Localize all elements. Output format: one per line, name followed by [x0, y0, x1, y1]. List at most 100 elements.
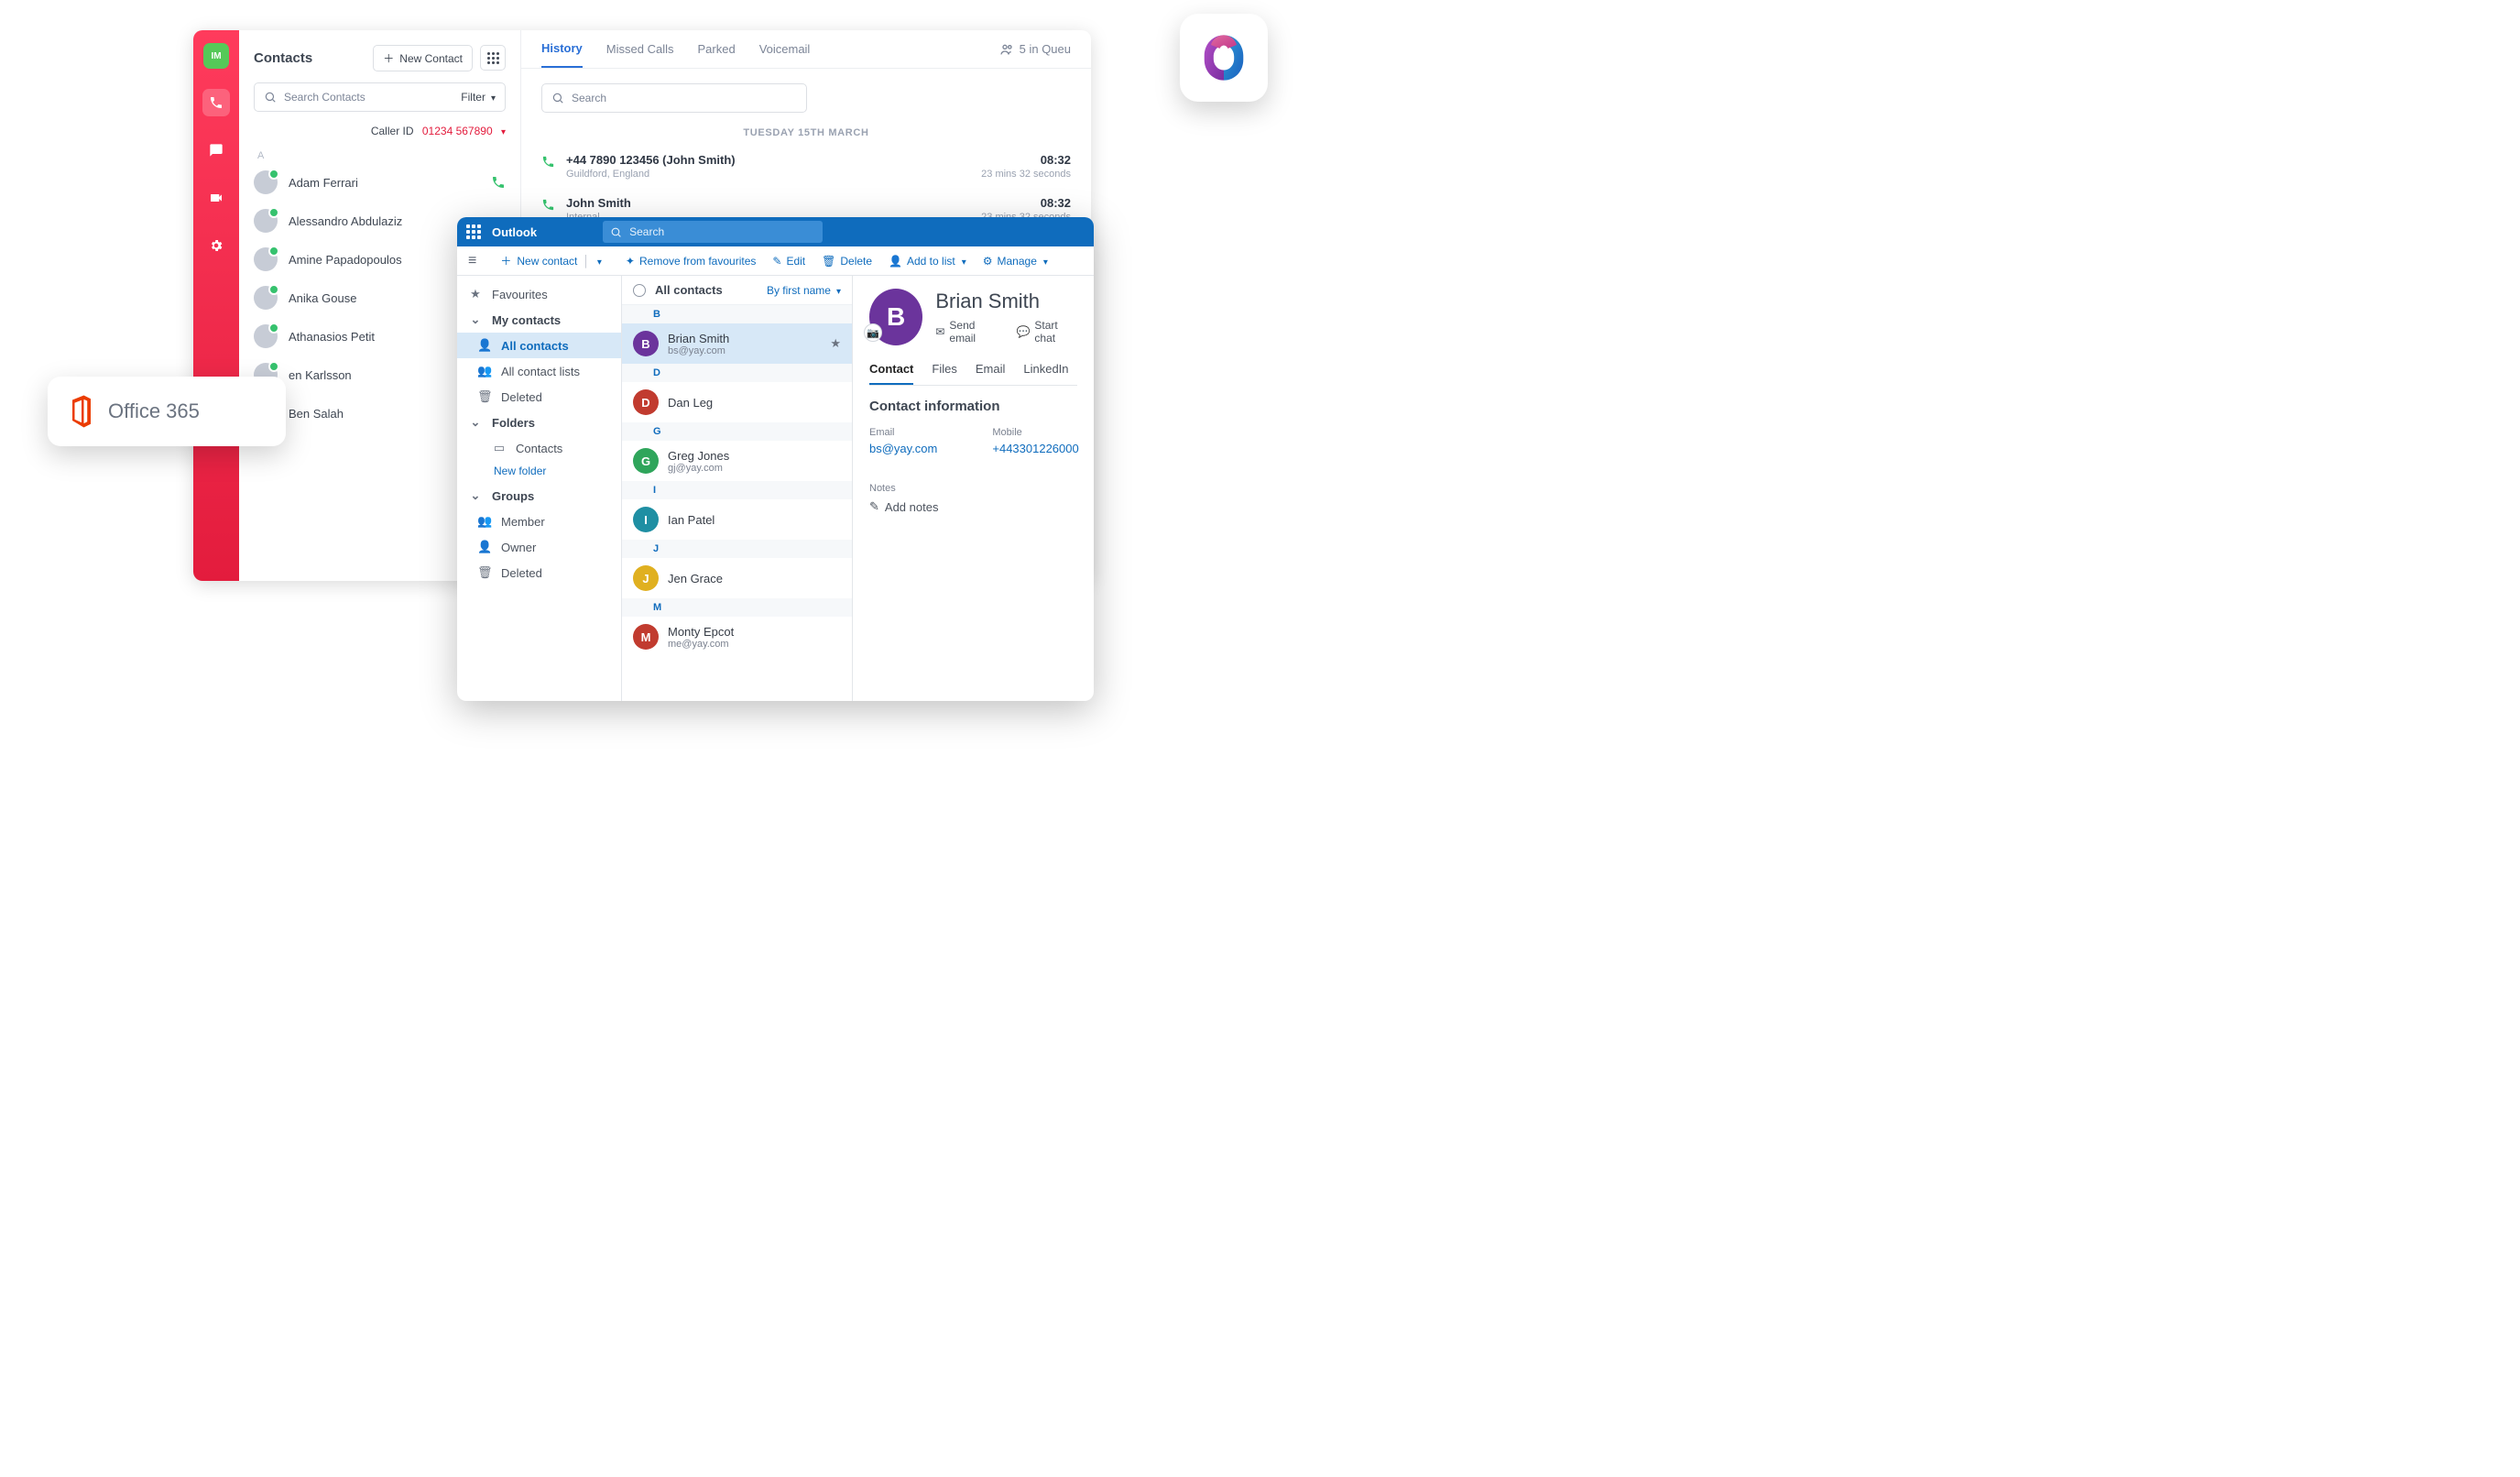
detail-tabs: Contact Files Email LinkedIn — [869, 362, 1077, 386]
chevron-down-icon — [595, 255, 602, 268]
star-icon: ★ — [468, 287, 483, 301]
camera-icon[interactable]: 📷 — [864, 323, 882, 342]
video-icon — [209, 191, 224, 205]
tab-voicemail[interactable]: Voicemail — [759, 42, 811, 67]
person-icon: 👤 — [477, 540, 492, 554]
contacts-header: Contacts ＋ New Contact — [239, 30, 520, 82]
history-location: Guildford, England — [566, 169, 736, 180]
chevron-down-icon — [1042, 255, 1048, 268]
send-email-action[interactable]: ✉Send email — [935, 319, 999, 345]
tree-folder-contacts[interactable]: ▭Contacts — [457, 435, 621, 461]
call-button[interactable] — [491, 175, 506, 190]
trash-icon: 🗑 — [477, 565, 492, 580]
outlook-brand: Outlook — [492, 225, 537, 239]
list-header: All contacts By first name — [622, 276, 852, 305]
person-row[interactable]: M Monty Epcotme@yay.com — [622, 617, 852, 657]
tree-groups-deleted[interactable]: 🗑Deleted — [457, 560, 621, 585]
tree-all-lists[interactable]: 👥All contact lists — [457, 358, 621, 384]
history-tabs: History Missed Calls Parked Voicemail 5 … — [521, 30, 1091, 69]
history-duration: 23 mins 32 seconds — [981, 169, 1071, 180]
tab-parked[interactable]: Parked — [697, 42, 735, 67]
add-notes-button[interactable]: ✎Add notes — [869, 499, 1077, 514]
plus-icon: ＋ — [500, 253, 511, 268]
tab-email[interactable]: Email — [976, 362, 1006, 385]
office-365-label: Office 365 — [108, 399, 200, 423]
select-all-checkbox[interactable] — [633, 284, 646, 297]
new-contact-button[interactable]: ＋New contact│ — [493, 250, 609, 271]
tab-history[interactable]: History — [541, 41, 583, 68]
contact-name: Ben Salah — [289, 407, 344, 421]
add-to-list-button[interactable]: 👤Add to list — [889, 255, 966, 268]
contact-name: Alessandro Abdulaziz — [289, 214, 402, 228]
outlook-contact-detail: B 📷 Brian Smith ✉Send email 💬Start chat … — [853, 276, 1094, 701]
person-row[interactable]: I Ian Patel — [622, 499, 852, 540]
waffle-icon[interactable] — [466, 224, 481, 239]
nav-video[interactable] — [202, 184, 230, 212]
section-letter: A — [239, 143, 520, 163]
chevron-down-icon — [499, 125, 506, 137]
nav-settings[interactable] — [202, 232, 230, 259]
filter-dropdown[interactable]: Filter — [461, 91, 496, 104]
person-row[interactable]: B Brian Smithbs@yay.com ★ — [622, 323, 852, 364]
person-avatar: J — [633, 565, 659, 591]
list-letter-group: J — [622, 540, 852, 558]
remove-favourites-button[interactable]: ✦Remove from favourites — [626, 255, 756, 268]
edit-button[interactable]: ✎Edit — [772, 255, 805, 268]
person-row[interactable]: G Greg Jonesgj@yay.com — [622, 441, 852, 481]
tree-deleted[interactable]: 🗑Deleted — [457, 384, 621, 410]
contact-row[interactable]: Adam Ferrari — [239, 163, 520, 202]
list-letter-group: I — [622, 481, 852, 499]
person-name: Dan Leg — [668, 396, 713, 410]
list-letter-group: D — [622, 364, 852, 382]
user-avatar-square[interactable]: IM — [203, 43, 229, 69]
tab-files[interactable]: Files — [932, 362, 956, 385]
apps-grid-button[interactable] — [480, 45, 506, 71]
tab-contact[interactable]: Contact — [869, 362, 913, 385]
microsoft-365-tile — [1180, 14, 1268, 102]
list-letter-group: B — [622, 305, 852, 323]
history-row[interactable]: +44 7890 123456 (John Smith)Guildford, E… — [521, 148, 1091, 191]
history-time: 08:32 — [981, 153, 1071, 167]
caller-id-row[interactable]: Caller ID 01234 567890 — [239, 112, 520, 143]
manage-button[interactable]: ⚙Manage — [983, 255, 1048, 268]
hamburger-icon[interactable]: ≡ — [468, 253, 476, 269]
mobile-value[interactable]: +443301226000 — [992, 442, 1078, 455]
person-row[interactable]: D Dan Leg — [622, 382, 852, 422]
person-avatar: G — [633, 448, 659, 474]
tree-member[interactable]: 👥Member — [457, 509, 621, 534]
chat-icon: 💬 — [1016, 325, 1030, 338]
tree-favourites[interactable]: ★Favourites — [457, 281, 621, 307]
star-icon: ★ — [830, 336, 841, 351]
start-chat-action[interactable]: 💬Start chat — [1016, 319, 1077, 345]
pencil-icon: ✎ — [772, 255, 781, 268]
tab-missed-calls[interactable]: Missed Calls — [606, 42, 674, 67]
history-search-placeholder: Search — [572, 92, 606, 104]
new-folder-link[interactable]: New folder — [457, 461, 621, 483]
chevron-down-icon: ⌄ — [468, 415, 483, 430]
person-row[interactable]: J Jen Grace — [622, 558, 852, 598]
delete-button[interactable]: 🗑Delete — [822, 255, 872, 268]
queue-indicator[interactable]: 5 in Queu — [999, 42, 1071, 68]
tree-folders[interactable]: ⌄Folders — [457, 410, 621, 435]
sort-dropdown[interactable]: By first name — [767, 284, 841, 297]
email-label: Email — [869, 427, 937, 438]
tree-groups[interactable]: ⌄Groups — [457, 483, 621, 509]
person-name: Brian Smith — [668, 332, 729, 345]
history-search-input[interactable]: Search — [541, 83, 807, 113]
outlook-search-input[interactable]: Search — [603, 221, 823, 243]
people-icon: 👥 — [477, 364, 492, 378]
person-icon: 👤 — [477, 338, 492, 353]
nav-chat[interactable] — [202, 137, 230, 164]
plus-icon: ＋ — [383, 50, 394, 66]
tab-linkedin[interactable]: LinkedIn — [1023, 362, 1068, 385]
nav-phone[interactable] — [202, 89, 230, 116]
tree-all-contacts[interactable]: 👤All contacts — [457, 333, 621, 358]
new-contact-button[interactable]: ＋ New Contact — [373, 45, 473, 71]
tree-owner[interactable]: 👤Owner — [457, 534, 621, 560]
contact-name: Adam Ferrari — [289, 176, 358, 190]
search-contacts-input[interactable]: Search Contacts Filter — [254, 82, 506, 112]
email-value[interactable]: bs@yay.com — [869, 442, 937, 455]
detail-avatar: B 📷 — [869, 289, 922, 345]
person-name: Greg Jones — [668, 449, 729, 463]
tree-my-contacts[interactable]: ⌄My contacts — [457, 307, 621, 333]
